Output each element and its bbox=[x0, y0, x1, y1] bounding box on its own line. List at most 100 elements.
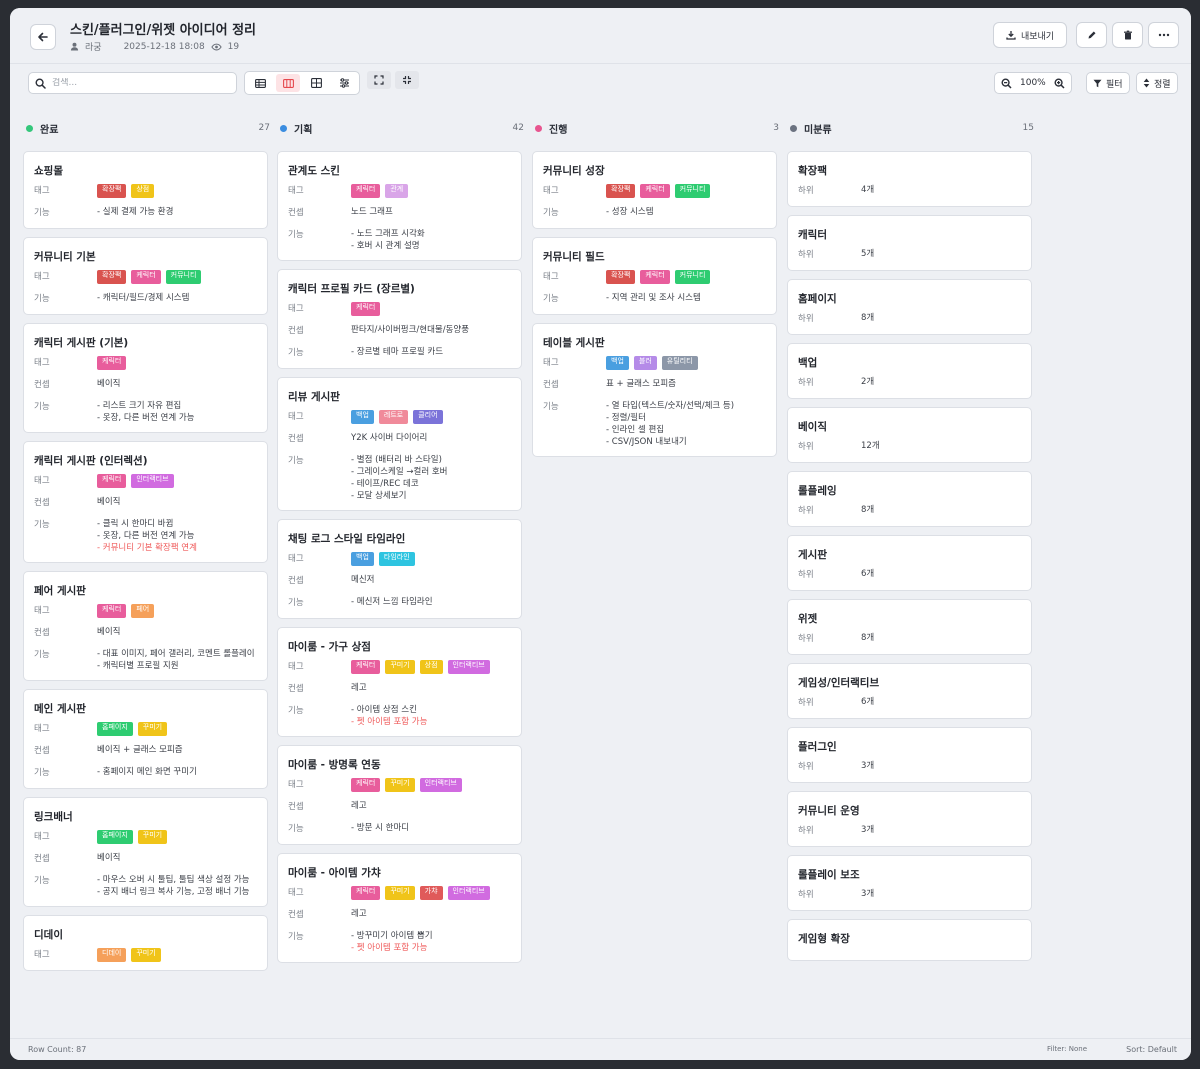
card[interactable]: 디데이 태그 디데이 꾸미기 bbox=[23, 915, 268, 971]
card[interactable]: 페어 게시판 태그 케릭터 페어 컨셉 베이직 기능 - 대표 이미지, 페어 갤러리, 코멘… bbox=[23, 571, 268, 681]
card[interactable]: 플러그인 하위 3개 bbox=[787, 727, 1032, 783]
card[interactable]: 링크배너 태그 홈페이지 꾸미기 컨셉 베이직 기능 - 마우스 오버 시 툴팁, 툴팁 색상… bbox=[23, 797, 268, 907]
card[interactable]: 캐릭터 게시판 (인터렉션) 태그 케릭터 인터랙티브 컨셉 베이직 기능 - 클릭 시 한마… bbox=[23, 441, 268, 563]
row-count: Row Count: 87 bbox=[28, 1045, 87, 1054]
sort-label: 정렬 bbox=[1154, 79, 1171, 90]
tag-badge: 꾸미기 bbox=[385, 886, 415, 900]
card[interactable]: 리뷰 게시판 태그 백업 레트로 클리어 컨셉 Y2K 사이버 다이어리 기능 - 별점 (배터… bbox=[277, 377, 522, 511]
field-label: 컨셉 bbox=[543, 380, 559, 390]
feature-item: - 정렬/필터 bbox=[606, 413, 646, 423]
column-status-dot bbox=[790, 124, 797, 132]
card-field: 하위 3개 bbox=[798, 824, 1021, 838]
grid-view-icon bbox=[310, 78, 322, 88]
card-title: 테이블 게시판 bbox=[543, 337, 605, 349]
card[interactable]: 롤플레잉 하위 8개 bbox=[787, 471, 1032, 527]
column-header[interactable]: 완료 27 bbox=[23, 108, 270, 148]
card-field: 컨셉 판타지/사이버펑크/현대물/동양풍 bbox=[288, 324, 511, 338]
field-label: 태그 bbox=[34, 950, 50, 960]
field-label: 하위 bbox=[798, 634, 814, 644]
zoom-out-icon[interactable] bbox=[1001, 77, 1012, 89]
collapse-button[interactable] bbox=[395, 71, 419, 89]
field-label: 기능 bbox=[288, 932, 304, 942]
field-label: 하위 bbox=[798, 698, 814, 708]
field-value: 베이직 bbox=[97, 379, 121, 389]
card[interactable]: 캐릭터 하위 5개 bbox=[787, 215, 1032, 271]
field-value: 케릭터 bbox=[97, 356, 257, 370]
field-value: 3개 bbox=[861, 825, 875, 835]
field-label: 기능 bbox=[34, 650, 50, 660]
card[interactable]: 마이룸 - 가구 상점 태그 케릭터 꾸미기 상점 인터랙티브 컨셉 레고 기능 - 아이템 상점… bbox=[277, 627, 522, 737]
zoom-in-icon[interactable] bbox=[1054, 77, 1065, 89]
more-button[interactable] bbox=[1148, 22, 1179, 48]
field-label: 기능 bbox=[288, 348, 304, 358]
card-field: 컨셉 레고 bbox=[288, 800, 511, 814]
feature-item: - 성장 시스템 bbox=[606, 207, 654, 217]
card[interactable]: 확장팩 하위 4개 bbox=[787, 151, 1032, 207]
card[interactable]: 백업 하위 2개 bbox=[787, 343, 1032, 399]
board-view-button[interactable] bbox=[276, 74, 300, 92]
field-value: 케릭터 꾸미기 상점 인터랙티브 bbox=[351, 660, 511, 674]
card[interactable]: 커뮤니티 필드 태그 확장팩 케릭터 커뮤니티 기능 - 지역 관리 및 조사 시스템 bbox=[532, 237, 777, 315]
card-field: 기능 - 마우스 오버 시 툴팁, 툴팁 색상 설정 가능 - 공지 배너 링크 복… bbox=[34, 874, 257, 898]
card-title: 채팅 로그 스타일 타임라인 bbox=[288, 533, 406, 545]
expand-button[interactable] bbox=[367, 71, 391, 89]
card[interactable]: 커뮤니티 성장 태그 확장팩 케릭터 커뮤니티 기능 - 성장 시스템 bbox=[532, 151, 777, 229]
card[interactable]: 채팅 로그 스타일 타임라인 태그 백업 타임라인 컨셉 메신저 기능 - 메신저 느낌 타임… bbox=[277, 519, 522, 619]
column-header[interactable]: 진행 3 bbox=[532, 108, 779, 148]
card[interactable]: 게임성/인터랙티브 하위 6개 bbox=[787, 663, 1032, 719]
field-label: 기능 bbox=[288, 824, 304, 834]
card[interactable]: 마이룸 - 방명록 연동 태그 케릭터 꾸미기 인터랙티브 컨셉 레고 기능 - 방문 시 한마… bbox=[277, 745, 522, 845]
back-button[interactable] bbox=[30, 24, 56, 50]
search-input[interactable] bbox=[52, 78, 222, 88]
field-value: - 별점 (배터리 바 스타일) - 그레이스케일 →컬러 호버 - 테이프/REC… bbox=[351, 454, 511, 502]
card-title: 마이룸 - 가구 상점 bbox=[288, 641, 371, 653]
column-count: 42 bbox=[512, 123, 524, 133]
more-icon bbox=[1158, 33, 1169, 37]
field-label: 하위 bbox=[798, 506, 814, 516]
field-label: 기능 bbox=[34, 768, 50, 778]
card-field: 기능 - 홈페이지 메인 화면 꾸미기 bbox=[34, 766, 257, 780]
card-title: 관계도 스킨 bbox=[288, 165, 340, 177]
card[interactable]: 관계도 스킨 태그 케릭터 관계 컨셉 노드 그래프 기능 - 노드 그래프 시각화 - 호버 … bbox=[277, 151, 522, 261]
grid-view-button[interactable] bbox=[304, 74, 328, 92]
edit-button[interactable] bbox=[1076, 22, 1107, 48]
field-value: Y2K 사이버 다이어리 bbox=[351, 433, 428, 443]
filter-button[interactable]: 필터 bbox=[1086, 72, 1130, 94]
tag-badge: 케릭터 bbox=[131, 270, 161, 284]
delete-button[interactable] bbox=[1112, 22, 1143, 48]
card[interactable]: 메인 게시판 태그 홈페이지 꾸미기 컨셉 베이직 + 글래스 모피즘 기능 - 홈페이지 메… bbox=[23, 689, 268, 789]
field-value: - 방꾸미기 아이템 뽑기 - 펫 아이템 포함 가능 bbox=[351, 930, 511, 954]
card[interactable]: 마이룸 - 아이템 가챠 태그 케릭터 꾸미기 가챠 인터랙티브 컨셉 레고 기능 - 방꾸미기 … bbox=[277, 853, 522, 963]
card[interactable]: 게임형 확장 bbox=[787, 919, 1032, 961]
card-title: 캐릭터 게시판 (기본) bbox=[34, 337, 129, 349]
table-view-button[interactable] bbox=[248, 74, 272, 92]
tag-badge: 커뮤니티 bbox=[165, 270, 202, 284]
card[interactable]: 롤플레이 보조 하위 3개 bbox=[787, 855, 1032, 911]
export-button[interactable]: 내보내기 bbox=[993, 22, 1067, 48]
card-title: 홈페이지 bbox=[798, 293, 837, 305]
card[interactable]: 홈페이지 하위 8개 bbox=[787, 279, 1032, 335]
card-field: 컨셉 레고 bbox=[288, 908, 511, 922]
eye-icon bbox=[210, 43, 222, 50]
card[interactable]: 커뮤니티 기본 태그 확장팩 케릭터 커뮤니티 기능 - 캐릭터/필드/경제 시스템 bbox=[23, 237, 268, 315]
card[interactable]: 위젯 하위 8개 bbox=[787, 599, 1032, 655]
column-header[interactable]: 미분류 15 bbox=[787, 108, 1034, 148]
card[interactable]: 베이직 하위 12개 bbox=[787, 407, 1032, 463]
card[interactable]: 테이블 게시판 태그 백업 블러 유틸리티 컨셉 표 + 글래스 모피즘 기능 - 열 타입(텍… bbox=[532, 323, 777, 457]
card-field: 태그 케릭터 bbox=[34, 356, 257, 370]
tag-badge: 커뮤니티 bbox=[674, 184, 711, 198]
card[interactable]: 커뮤니티 운영 하위 3개 bbox=[787, 791, 1032, 847]
card[interactable]: 쇼핑몰 태그 확장팩 상점 기능 - 실제 결제 가능 환경 bbox=[23, 151, 268, 229]
card[interactable]: 게시판 하위 6개 bbox=[787, 535, 1032, 591]
card-title: 쇼핑몰 bbox=[34, 165, 63, 177]
column-header[interactable]: 기획 42 bbox=[277, 108, 524, 148]
feature-item: - 클릭 시 한마디 바뀜 bbox=[97, 519, 174, 529]
card[interactable]: 캐릭터 게시판 (기본) 태그 케릭터 컨셉 베이직 기능 - 리스트 크기 자유 편집 - … bbox=[23, 323, 268, 433]
search-box[interactable] bbox=[28, 72, 237, 94]
field-value: 4개 bbox=[861, 185, 875, 195]
created-date: 2025-12-18 18:08 bbox=[123, 41, 205, 52]
tag-badge: 케릭터 bbox=[351, 302, 381, 316]
settings-view-button[interactable] bbox=[332, 74, 356, 92]
card[interactable]: 캐릭터 프로필 카드 (장르별) 태그 케릭터 컨셉 판타지/사이버펑크/현대물/동양풍… bbox=[277, 269, 522, 369]
sort-button[interactable]: 정렬 bbox=[1136, 72, 1178, 94]
